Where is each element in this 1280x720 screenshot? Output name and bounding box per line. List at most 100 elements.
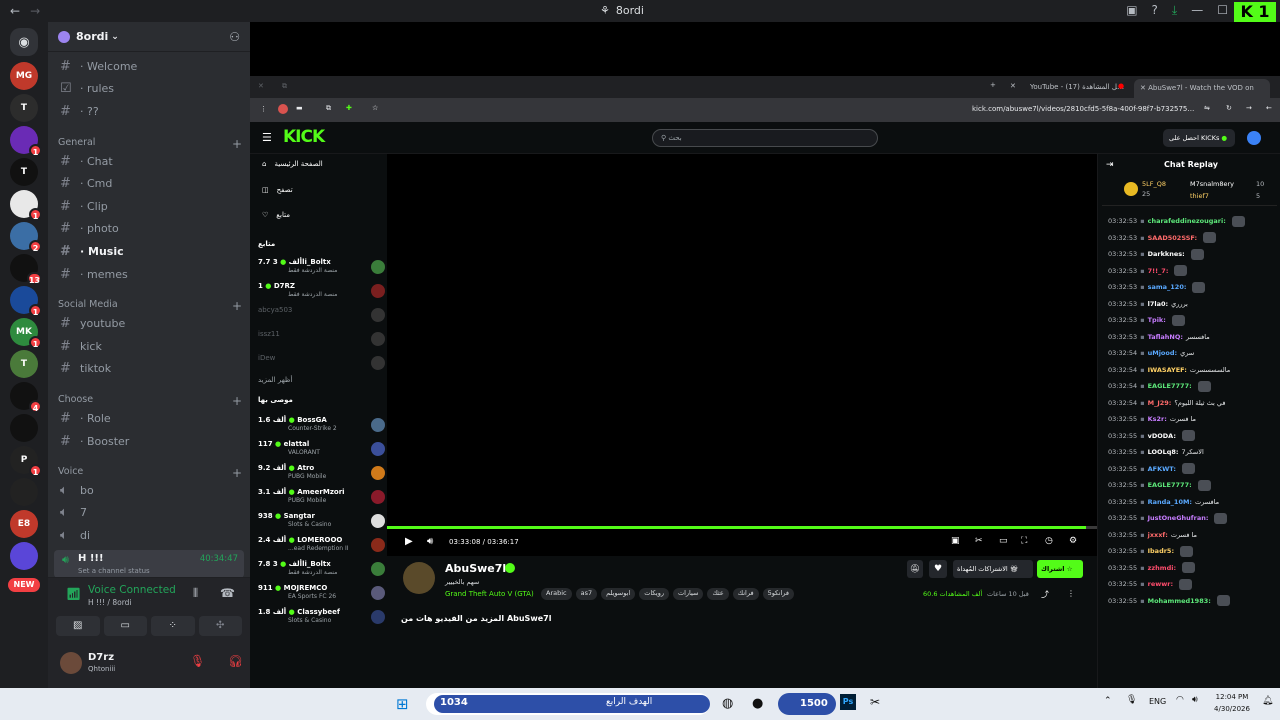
channel-item[interactable]: # · Welcome bbox=[54, 56, 244, 76]
play-icon[interactable]: ▶ bbox=[405, 536, 413, 547]
tag-pill[interactable]: فرانك bbox=[732, 588, 759, 600]
headphones-deafened-icon[interactable]: 🎧︎ bbox=[228, 654, 243, 668]
taskbar-widget[interactable]: 1500 bbox=[778, 693, 836, 715]
add-channel-icon[interactable]: + bbox=[232, 466, 242, 480]
server-icon[interactable]: T bbox=[10, 158, 38, 186]
capcut-icon[interactable]: ✂ bbox=[870, 695, 880, 709]
miniplayer-icon[interactable]: ▣ bbox=[951, 536, 960, 546]
channel-item[interactable]: 🔈︎ 7 bbox=[54, 502, 244, 522]
restore-window-icon[interactable]: ⧉ bbox=[282, 82, 287, 91]
bookmark-star-icon[interactable]: ☆ bbox=[372, 104, 378, 112]
message-username[interactable]: vDODA: bbox=[1148, 432, 1176, 440]
close-tab-icon[interactable]: ✕ bbox=[1010, 82, 1016, 90]
voice-location[interactable]: H !!! / 8ordi bbox=[88, 598, 132, 607]
channel-item[interactable]: # · Cmd bbox=[54, 173, 244, 193]
server-icon[interactable]: T bbox=[10, 350, 38, 378]
message-username[interactable]: Ks2r: bbox=[1148, 415, 1167, 423]
channel-status-input[interactable]: Set a channel status bbox=[78, 567, 150, 575]
translate-icon[interactable]: ⇋ bbox=[1204, 104, 1210, 112]
channel-category[interactable]: Social Media + bbox=[58, 299, 242, 313]
notification-bell-icon[interactable]: 🔔︎ bbox=[1262, 696, 1273, 706]
streamer-item[interactable]: 7.7 ألف ● 3li_Boltx منصة الدردشة فقط bbox=[258, 258, 385, 282]
message-username[interactable]: 7!!_7: bbox=[1148, 267, 1169, 275]
channel-item[interactable]: # · Role bbox=[54, 408, 244, 428]
clock-time[interactable]: 12:04 PM bbox=[1210, 693, 1254, 701]
tag-pill[interactable]: فرانكو5 bbox=[762, 588, 794, 600]
inbox-icon[interactable]: ▣ bbox=[1126, 3, 1137, 18]
message-username[interactable]: Darkknes: bbox=[1148, 250, 1185, 258]
download-icon[interactable]: ⤓ bbox=[1172, 3, 1177, 18]
nav-following[interactable]: ♡ متابع bbox=[262, 211, 290, 219]
message-username[interactable]: rewwr: bbox=[1148, 580, 1173, 588]
extension-icon[interactable] bbox=[278, 104, 288, 114]
channel-item[interactable]: # kick bbox=[54, 336, 244, 356]
server-icon[interactable] bbox=[10, 542, 38, 570]
message-username[interactable]: charafeddinezougari: bbox=[1148, 217, 1226, 225]
channel-item[interactable]: # · memes bbox=[54, 264, 244, 284]
add-channel-icon[interactable]: + bbox=[232, 394, 242, 408]
server-icon[interactable] bbox=[10, 414, 38, 442]
message-username[interactable]: zzhmdi: bbox=[1148, 564, 1176, 572]
nav-home[interactable]: ⌂ الصفحة الرئيسية bbox=[262, 160, 323, 168]
speed-icon[interactable]: ◷ bbox=[1045, 536, 1053, 546]
leader-name[interactable]: 5LF_Q8 bbox=[1142, 180, 1166, 188]
server-icon[interactable]: 4 bbox=[10, 382, 42, 413]
user-avatar[interactable] bbox=[1247, 131, 1261, 145]
add-member-icon[interactable]: ⚇ bbox=[229, 30, 240, 44]
channel-category[interactable]: Voice + bbox=[58, 466, 242, 480]
message-username[interactable]: Ibadr5: bbox=[1148, 547, 1174, 555]
tag-pill[interactable]: as7 bbox=[575, 588, 598, 600]
message-username[interactable]: sama_120: bbox=[1148, 283, 1187, 291]
channel-item[interactable]: 🔈︎ bo bbox=[54, 480, 244, 500]
url-field[interactable]: kick.com/abuswe7l/videos/2810cfd5-5f8a-4… bbox=[972, 105, 1198, 113]
video-player[interactable] bbox=[387, 154, 1097, 526]
hamburger-menu-icon[interactable]: ☰ bbox=[262, 131, 272, 144]
soundboard-button[interactable]: ✣ bbox=[198, 616, 242, 636]
wifi-icon[interactable]: ◠ bbox=[1176, 695, 1184, 705]
server-icon[interactable]: T bbox=[10, 94, 38, 122]
maximize-icon[interactable]: ☐ bbox=[1217, 3, 1228, 18]
disconnect-icon[interactable]: ☎ bbox=[220, 586, 235, 600]
tab-youtube[interactable]: YouTube - سجل المشاهدة (17) bbox=[1026, 80, 1130, 94]
taskbar-search-box[interactable]: 1034 الهدف الرابع bbox=[426, 693, 710, 715]
get-kicks-button[interactable]: احصل على KICKs ● bbox=[1163, 129, 1235, 147]
message-username[interactable]: EAGLE7777: bbox=[1148, 481, 1192, 489]
channel-item[interactable]: # youtube bbox=[54, 313, 244, 333]
streamer-item[interactable]: 1 ● D7RZ منصة الدردشة فقط bbox=[258, 282, 385, 306]
tag-pill[interactable]: رويكات bbox=[639, 588, 669, 600]
stream-category[interactable]: Grand Theft Auto V (GTA) bbox=[445, 590, 534, 598]
tab-search-icon[interactable]: ⧉ bbox=[326, 104, 331, 113]
message-username[interactable]: l7la0: bbox=[1148, 300, 1169, 308]
volume-tray-icon[interactable]: 🔊︎ bbox=[1192, 695, 1198, 705]
message-username[interactable]: JustOneGhufran: bbox=[1148, 514, 1209, 522]
minimize-icon[interactable]: — bbox=[1191, 3, 1203, 18]
mic-muted-icon[interactable]: 🎙︎ bbox=[190, 654, 205, 668]
leader-name[interactable]: thief7 bbox=[1190, 192, 1209, 200]
theater-mode-icon[interactable]: ▭ bbox=[999, 536, 1008, 546]
message-username[interactable]: AFKWT: bbox=[1148, 465, 1176, 473]
notifications-off-button[interactable]: 🔕︎ bbox=[907, 560, 923, 578]
fullscreen-icon[interactable]: ⛶ bbox=[1021, 536, 1027, 546]
streamer-item[interactable]: 3.1 ألف ● AmeerMzori PUBG Mobile bbox=[258, 488, 385, 512]
back-arrow-icon[interactable]: ← bbox=[10, 4, 20, 18]
server-icon[interactable]: 13 bbox=[10, 254, 42, 285]
message-username[interactable]: TaflahNQ: bbox=[1148, 333, 1183, 341]
streamer-item[interactable]: issz11 bbox=[258, 330, 385, 354]
discord-home-icon[interactable]: ◉ bbox=[10, 28, 38, 56]
activities-button[interactable]: ⁘ bbox=[151, 616, 195, 636]
clock-date[interactable]: 4/30/2026 bbox=[1210, 705, 1254, 713]
message-username[interactable]: jxxxf: bbox=[1148, 531, 1168, 539]
channel-item[interactable]: # · photo bbox=[54, 218, 244, 238]
message-username[interactable]: LOOLq8: bbox=[1148, 448, 1179, 456]
streamer-item[interactable]: 9.2 ألف ● Atro PUBG Mobile bbox=[258, 464, 385, 488]
follow-heart-button[interactable]: ♥ bbox=[929, 560, 947, 578]
server-icon[interactable]: MK 1 bbox=[10, 318, 42, 349]
channel-item[interactable]: # · Booster bbox=[54, 431, 244, 451]
streamer-item[interactable]: 117 ● elattal VALORANT bbox=[258, 440, 385, 464]
server-icon[interactable] bbox=[10, 478, 38, 506]
channel-item[interactable]: # · Clip bbox=[54, 196, 244, 216]
forward-arrow-icon[interactable]: → bbox=[30, 4, 40, 18]
message-username[interactable]: Mohammed1983: bbox=[1148, 597, 1211, 605]
streamer-item[interactable]: 7.8 ألف ● 3li_Boltx منصة الدردشة فقط bbox=[258, 560, 385, 584]
channel-avatar[interactable] bbox=[403, 562, 435, 594]
